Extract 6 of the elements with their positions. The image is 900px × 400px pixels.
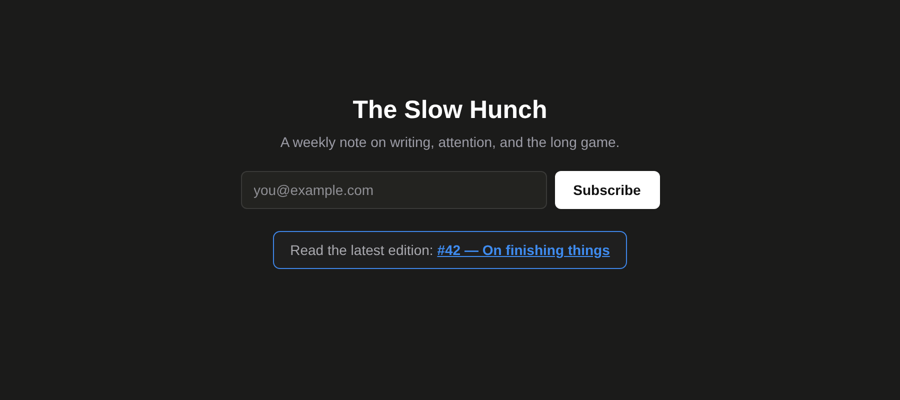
- latest-edition-text: Read the latest edition: #42 — On finishing things: [290, 242, 610, 258]
- newsletter-subtitle: A weekly note on writing, attention, and the long game.: [280, 133, 620, 152]
- edition-link[interactable]: #42 — On finishing things: [437, 242, 610, 258]
- email-field[interactable]: you@example.com: [240, 171, 546, 209]
- subscribe-button[interactable]: Subscribe: [554, 171, 660, 209]
- newsletter-title: The Slow Hunch: [352, 95, 548, 126]
